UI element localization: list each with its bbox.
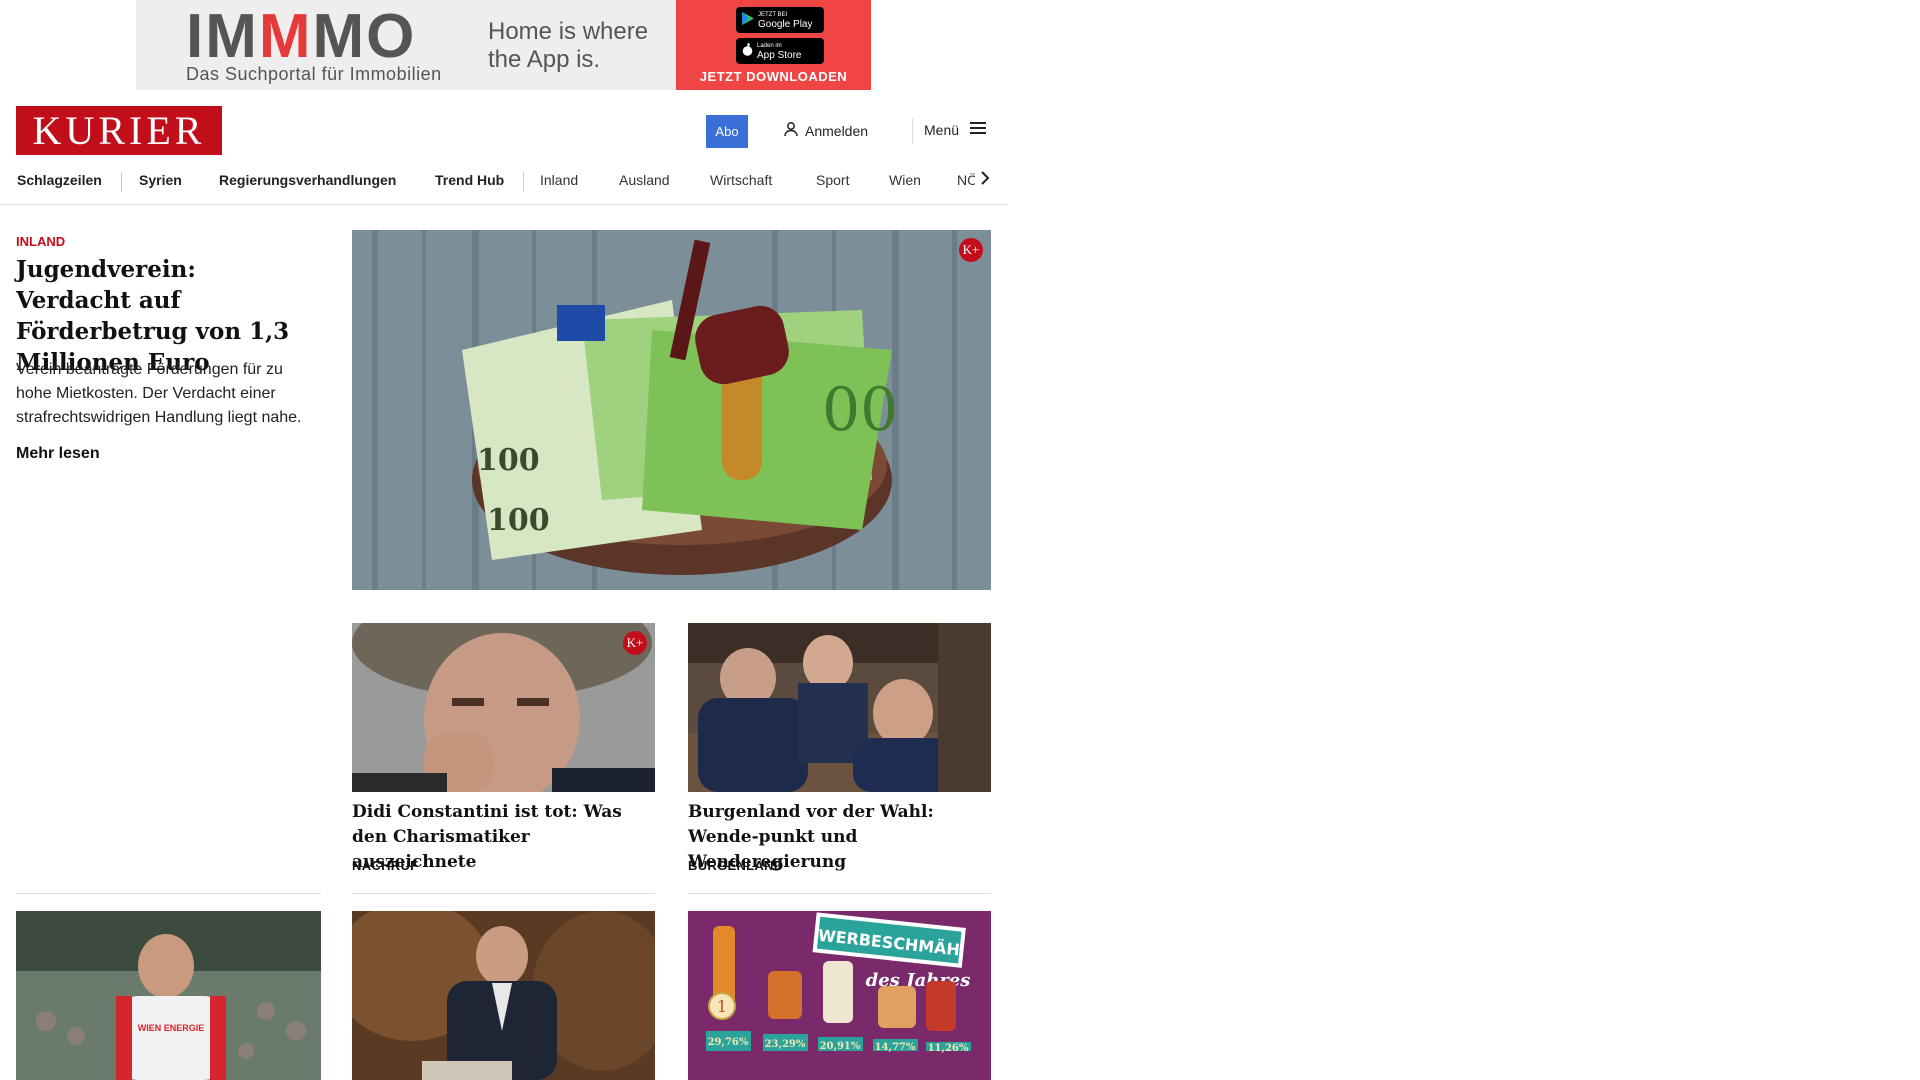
ad-slogan-line: the App is.	[488, 46, 601, 73]
nav-divider	[523, 172, 524, 192]
lead-teaser: Verein beantragte Förderungen für zu hoh…	[16, 361, 302, 426]
promo-percent: 11,26%	[928, 1043, 969, 1054]
section-divider	[688, 893, 991, 894]
teaser-image-football[interactable]: WIEN ENERGIE	[16, 911, 321, 1080]
promo-percent: 23,29%	[765, 1039, 806, 1050]
read-more-link[interactable]: Mehr lesen	[16, 445, 100, 463]
user-icon	[783, 121, 799, 140]
menu-label: Menü	[924, 121, 960, 138]
promo-percent: 20,91%	[820, 1041, 861, 1052]
menu-button[interactable]: Menü	[924, 121, 987, 138]
promo-image-werbeschmaeh[interactable]: WERBESCHMÄH des Jahres 1 29,76% 23,29% 2…	[688, 911, 991, 1080]
ad-brand: IMMMO	[186, 6, 416, 68]
nav-item-syrien[interactable]: Syrien	[139, 172, 182, 188]
nav-item-wien[interactable]: Wien	[889, 172, 921, 188]
hamburger-icon	[969, 121, 987, 138]
promo-percent: 14,77%	[875, 1042, 916, 1053]
ad-brand-part: MO	[312, 2, 417, 71]
abo-button[interactable]: Abo	[706, 115, 748, 148]
section-nav: Schlagzeilen Syrien Regierungsverhandlun…	[0, 166, 1008, 205]
chevron-right-icon	[980, 170, 990, 191]
nav-item-wirtschaft[interactable]: Wirtschaft	[710, 172, 772, 188]
promo-percent: 29,76%	[708, 1037, 749, 1048]
nav-scroll-right-button[interactable]	[975, 168, 995, 192]
app-store-label: App Store	[757, 50, 802, 61]
nav-item-schlagzeilen[interactable]: Schlagzeilen	[17, 172, 102, 188]
teaser-image-constantini[interactable]: K+	[352, 623, 655, 792]
kplus-badge: K+	[623, 631, 647, 655]
jersey-text: WIEN ENERGIE	[138, 1023, 205, 1033]
teaser-kicker[interactable]: NACHRUF	[352, 858, 418, 873]
teaser-kicker[interactable]: BURGENLAND	[688, 858, 783, 873]
section-divider	[352, 893, 655, 894]
page: IMMMO Das Suchportal für Immobilien Home…	[0, 0, 1920, 1080]
ad-download-panel: JETZT BEI Google Play Laden im App Store…	[676, 0, 871, 90]
nav-item-trend-hub[interactable]: Trend Hub	[435, 172, 504, 188]
play-icon	[742, 12, 754, 28]
svg-text:100: 100	[487, 503, 550, 538]
ad-slogan: Home is where the App is.	[488, 18, 688, 74]
ad-banner[interactable]: IMMMO Das Suchportal für Immobilien Home…	[136, 0, 871, 90]
kplus-badge: K+	[959, 238, 983, 262]
teaser-image-burgenland[interactable]	[688, 623, 991, 792]
header-divider	[912, 118, 913, 144]
ad-brand-accent: M	[258, 2, 313, 71]
ad-subtitle: Das Suchportal für Immobilien	[186, 64, 442, 84]
nav-item-inland[interactable]: Inland	[540, 172, 578, 188]
nav-item-sport[interactable]: Sport	[816, 172, 849, 188]
nav-item-regierungsverhandlungen[interactable]: Regierungsverhandlungen	[219, 172, 396, 188]
ad-slogan-line: Home is where	[488, 18, 649, 45]
svg-text:00: 00	[822, 375, 898, 445]
nav-divider	[121, 172, 122, 192]
apple-icon	[742, 43, 753, 59]
ad-brand-part: IM	[186, 2, 259, 71]
google-play-label: Google Play	[758, 19, 813, 30]
teaser-image-speech[interactable]	[352, 911, 655, 1080]
ad-cta[interactable]: JETZT DOWNLOADEN	[676, 69, 871, 84]
lead-kicker[interactable]: INLAND	[16, 234, 65, 249]
google-play-button[interactable]: JETZT BEI Google Play	[736, 7, 824, 33]
login-label: Anmelden	[805, 122, 869, 139]
app-store-button[interactable]: Laden im App Store	[736, 38, 824, 64]
svg-text:100: 100	[477, 443, 540, 478]
promo-rank: 1	[717, 997, 727, 1016]
login-button[interactable]: Anmelden	[783, 121, 868, 140]
kurier-logo[interactable]: KURIER	[16, 106, 222, 155]
section-divider	[16, 893, 321, 894]
lead-image[interactable]: 100 100 00 K+	[352, 230, 991, 590]
nav-item-ausland[interactable]: Ausland	[619, 172, 670, 188]
